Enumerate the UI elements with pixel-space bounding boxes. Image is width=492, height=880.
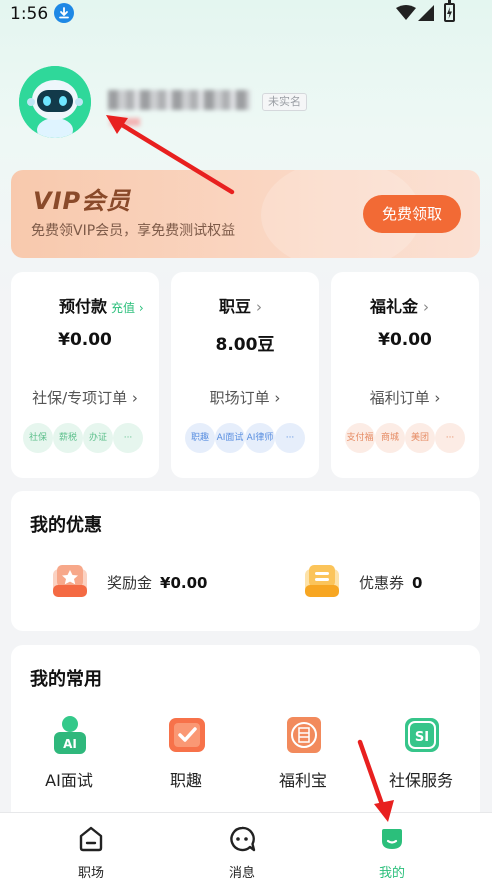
profile-icon: [382, 829, 402, 849]
nav-label: 职场: [77, 866, 104, 880]
download-icon: [54, 3, 74, 23]
status-time: 1:56: [10, 4, 49, 24]
signal-icon: [418, 5, 434, 21]
battery-icon: [444, 0, 455, 22]
coupon-label: 优惠券 0: [359, 574, 423, 592]
verify-status-badge[interactable]: 未实名: [262, 93, 307, 111]
social-security-icon: SI: [405, 718, 439, 752]
chip-meituan[interactable]: 美团: [405, 423, 435, 453]
chip-xinshui[interactable]: 薪税: [53, 423, 83, 453]
status-bar: 1:56: [0, 0, 492, 28]
card-value: 8.00豆: [215, 335, 275, 355]
chevron-right-icon: ›: [423, 298, 430, 316]
my-common-title: 我的常用: [30, 669, 102, 690]
fulibao-icon: [287, 717, 321, 753]
tool-label: 福利宝: [278, 771, 327, 790]
chevron-right-icon: ›: [256, 298, 263, 316]
coupon-icon: [305, 565, 339, 597]
fulijin-title-row[interactable]: 福礼金 ›: [370, 293, 429, 317]
tool-label: 职趣: [169, 771, 202, 790]
nav-item-messages[interactable]: 消息: [182, 813, 302, 880]
ai-interview-icon: AI: [54, 716, 86, 754]
card-title: 预付款: [59, 297, 108, 316]
nav-label: 我的: [378, 866, 405, 880]
card-title: 职豆: [219, 297, 252, 316]
reward-label: 奖励金 ¥0.00: [107, 574, 208, 592]
chip-mall[interactable]: 商城: [375, 423, 405, 453]
tool-label: AI面试: [45, 771, 93, 790]
tool-fulibao[interactable]: 福利宝: [248, 715, 358, 795]
card-value: ¥0.00: [378, 330, 432, 350]
chip-ai-lawyer[interactable]: AI律师: [245, 423, 275, 453]
vip-banner[interactable]: VIP会员 免费领VIP会员，享免费测试权益 免费领取: [11, 170, 480, 258]
social-order-link[interactable]: 社保/专项订单 ›: [11, 387, 159, 408]
reward-value: ¥0.00: [160, 574, 208, 592]
chip-banzheng[interactable]: 办证: [83, 423, 113, 453]
svg-text:AI: AI: [63, 737, 77, 751]
prepayment-card[interactable]: 预付款 充值 › ¥0.00 社保/专项订单 › 社保 薪税 办证 ···: [11, 272, 159, 478]
tool-social-security[interactable]: SI 社保服务: [366, 715, 476, 795]
vip-subtitle: 免费领VIP会员，享免费测试权益: [31, 223, 236, 239]
tool-label: 社保服务: [388, 771, 453, 790]
welfare-order-link[interactable]: 福利订单 ›: [331, 387, 479, 408]
chip-shebao[interactable]: 社保: [23, 423, 53, 453]
my-offers-title: 我的优惠: [30, 515, 102, 536]
robot-avatar-icon: [19, 66, 91, 138]
fulijin-card[interactable]: 福礼金 › ¥0.00 福利订单 › 支付福 商城 美团 ···: [331, 272, 479, 478]
chip-ai-interview[interactable]: AI面试: [215, 423, 245, 453]
reward-icon: [53, 565, 87, 597]
zhiqu-icon: [169, 718, 205, 752]
my-common-panel: 我的常用 AI AI面试 职趣 福利宝 SI 社保服务: [11, 645, 480, 825]
wifi-icon: [396, 5, 416, 20]
workplace-order-link[interactable]: 职场订单 ›: [171, 387, 319, 408]
nav-label: 消息: [228, 866, 255, 880]
card-title: 福礼金: [370, 297, 419, 316]
home-icon: [79, 826, 103, 852]
prepayment-title-row[interactable]: 预付款 充值 ›: [59, 293, 144, 317]
username-redacted: [108, 90, 250, 110]
chip-more[interactable]: ···: [113, 423, 143, 453]
svg-text:SI: SI: [415, 730, 429, 745]
coupon-value: 0: [412, 574, 423, 592]
chip-zhifufu[interactable]: 支付福: [345, 423, 375, 453]
tool-ai-interview[interactable]: AI AI面试: [14, 715, 124, 795]
chip-more[interactable]: ···: [275, 423, 305, 453]
bottom-nav: 职场 消息 我的: [0, 812, 492, 880]
tool-zhiqu[interactable]: 职趣: [131, 715, 241, 795]
card-value: ¥0.00: [58, 330, 112, 350]
recharge-link[interactable]: 充值 ›: [111, 301, 144, 315]
nav-item-workplace[interactable]: 职场: [31, 813, 151, 880]
chip-zhiqu[interactable]: 职趣: [185, 423, 215, 453]
avatar[interactable]: [19, 66, 91, 138]
zhidou-title-row[interactable]: 职豆 ›: [219, 293, 262, 317]
my-offers-panel: 我的优惠 奖励金 ¥0.00 优惠券 0: [11, 491, 480, 631]
profile-sub-redacted: [110, 118, 140, 126]
message-icon: [230, 826, 256, 852]
vip-claim-button[interactable]: 免费领取: [363, 195, 461, 233]
zhidou-card[interactable]: 职豆 › 8.00豆 职场订单 › 职趣 AI面试 AI律师 ···: [171, 272, 319, 478]
vip-title: VIP会员: [33, 187, 132, 215]
nav-item-mine[interactable]: 我的: [332, 813, 452, 880]
chip-more[interactable]: ···: [435, 423, 465, 453]
